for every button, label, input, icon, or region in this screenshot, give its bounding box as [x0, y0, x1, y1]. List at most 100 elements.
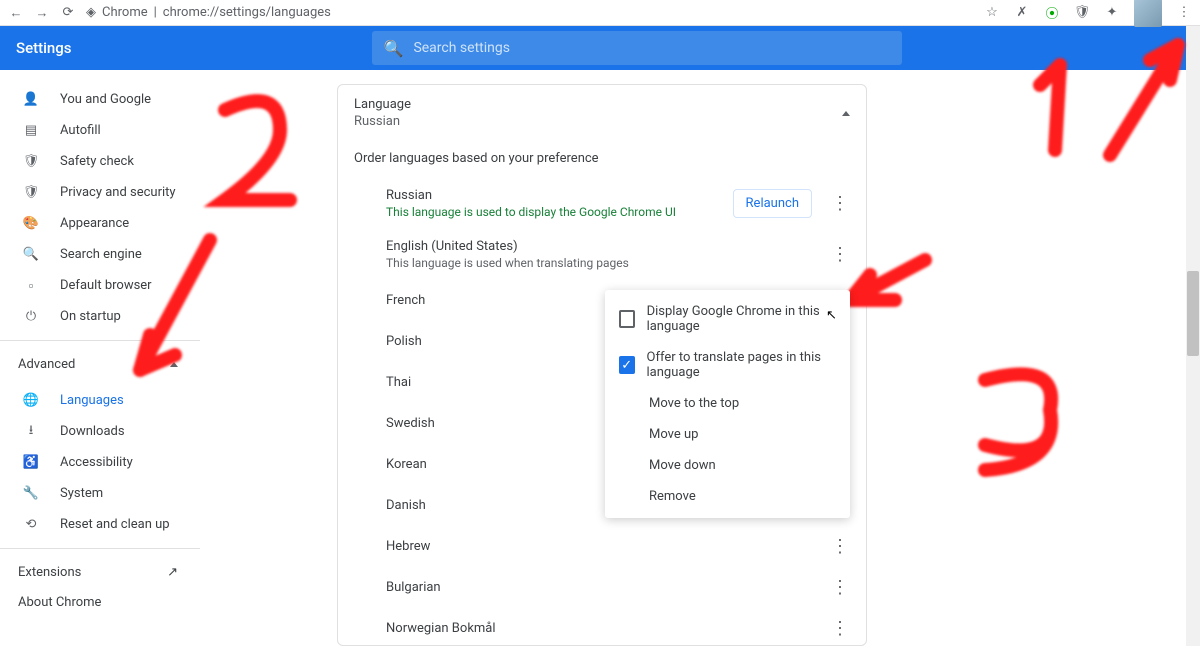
language-desc: This language is used when translating p…: [386, 256, 629, 270]
menu-move-down[interactable]: Move down: [605, 450, 850, 481]
sidebar-about[interactable]: About Chrome: [0, 587, 200, 617]
sidebar-item-2[interactable]: 🛡 Safety check: [0, 146, 200, 177]
sidebar-icon: 🎨: [22, 216, 40, 231]
sidebar-label: Languages: [60, 393, 124, 408]
sidebar-icon: ⏻: [22, 309, 40, 324]
sidebar-icon: 🛡: [22, 154, 40, 169]
sidebar-item-5[interactable]: 🔍 Search engine: [0, 239, 200, 270]
language-name: Hebrew: [386, 539, 430, 554]
language-name: Norwegian Bokmål: [386, 621, 496, 636]
bookmark-star-icon[interactable]: ☆: [984, 5, 1000, 21]
back-button[interactable]: ←: [8, 5, 24, 21]
divider: [0, 340, 200, 341]
page-title: Settings: [16, 39, 72, 57]
sidebar-label: Accessibility: [60, 455, 133, 470]
sidebar-icon: 👤: [22, 92, 40, 107]
sidebar-label: Appearance: [60, 216, 129, 231]
chevron-up-icon: [842, 111, 850, 116]
language-menu-button[interactable]: ⋮: [830, 244, 850, 265]
sidebar-adv-item-2[interactable]: ♿Accessibility: [0, 447, 200, 478]
language-row: Bulgarian ⋮: [338, 567, 866, 608]
menu-offer-translate[interactable]: ✓ Offer to translate pages in this langu…: [605, 342, 850, 388]
chrome-menu-button[interactable]: ⋮: [1176, 5, 1192, 21]
search-icon: 🔍: [384, 39, 404, 58]
sidebar-label: Reset and clean up: [60, 517, 170, 532]
sidebar-icon: 🛡: [22, 185, 40, 200]
language-name: Korean: [386, 457, 427, 472]
checkbox-checked-icon[interactable]: ✓: [619, 356, 635, 374]
language-menu-button[interactable]: ⋮: [830, 536, 850, 557]
sidebar-item-7[interactable]: ⏻ On startup: [0, 301, 200, 332]
language-section-toggle[interactable]: Language Russian: [338, 85, 866, 141]
sidebar-label: System: [60, 486, 103, 501]
language-desc: This language is used to display the Goo…: [386, 205, 676, 219]
language-name: English (United States): [386, 239, 629, 254]
search-box[interactable]: 🔍: [372, 31, 902, 65]
sidebar-label: You and Google: [60, 92, 151, 107]
menu-display-in-lang[interactable]: Display Google Chrome in this language: [605, 296, 850, 342]
sidebar-label: Downloads: [60, 424, 125, 439]
address-bar[interactable]: ◈ Chrome | chrome://settings/languages: [86, 5, 331, 20]
section-title: Language: [354, 97, 411, 112]
sidebar-label: Search engine: [60, 247, 142, 262]
divider: [0, 548, 200, 549]
sidebar-icon: ⟲: [22, 517, 40, 532]
reload-button[interactable]: ⟳: [60, 5, 76, 21]
sidebar-item-1[interactable]: ▤ Autofill: [0, 115, 200, 146]
menu-remove[interactable]: Remove: [605, 481, 850, 512]
menu-move-up[interactable]: Move up: [605, 419, 850, 450]
scrollbar[interactable]: [1186, 26, 1200, 646]
language-name: French: [386, 293, 425, 308]
sidebar-icon: 🌐: [22, 393, 40, 408]
ext-icon-shield[interactable]: 🛡: [1074, 5, 1090, 21]
advanced-toggle[interactable]: Advanced: [0, 349, 200, 379]
sidebar-label: Privacy and security: [60, 185, 176, 200]
menu-move-top[interactable]: Move to the top: [605, 388, 850, 419]
sidebar-icon: ▤: [22, 123, 40, 138]
sidebar-icon: ⭳: [22, 421, 40, 443]
language-name: Swedish: [386, 416, 435, 431]
app-icon: ◈: [86, 5, 96, 20]
sidebar-adv-item-4[interactable]: ⟲ Reset and clean up: [0, 509, 200, 540]
mouse-cursor: ↖: [826, 308, 837, 323]
sidebar-item-3[interactable]: 🛡 Privacy and security: [0, 177, 200, 208]
ext-icon-2[interactable]: ⦿: [1044, 5, 1060, 21]
chevron-up-icon: [170, 362, 178, 367]
sidebar-adv-item-0[interactable]: 🌐 Languages: [0, 385, 200, 416]
language-row: Hebrew ⋮: [338, 526, 866, 567]
open-external-icon: ↗: [167, 565, 178, 580]
relaunch-button[interactable]: Relaunch: [733, 189, 812, 218]
profile-avatar[interactable]: [1134, 0, 1162, 27]
sidebar-adv-item-3[interactable]: 🔧 System: [0, 478, 200, 509]
language-menu-button[interactable]: ⋮: [830, 577, 850, 598]
sidebar-item-4[interactable]: 🎨 Appearance: [0, 208, 200, 239]
order-hint: Order languages based on your preference: [338, 141, 866, 178]
language-menu-button[interactable]: ⋮: [830, 618, 850, 639]
language-name: Danish: [386, 498, 426, 513]
sidebar-item-0[interactable]: 👤 You and Google: [0, 84, 200, 115]
sidebar-icon: 🔧: [22, 486, 40, 501]
scroll-thumb[interactable]: [1187, 271, 1199, 356]
sidebar-label: Safety check: [60, 154, 134, 169]
language-name: Polish: [386, 334, 422, 349]
sidebar: 👤 You and Google ▤ Autofill 🛡 Safety check 🛡 Pr…: [0, 70, 200, 646]
checkbox-icon[interactable]: [619, 310, 635, 328]
sidebar-item-6[interactable]: ▫Default browser: [0, 270, 200, 301]
sidebar-adv-item-1[interactable]: ⭳ Downloads: [0, 416, 200, 447]
url-text: chrome://settings/languages: [163, 5, 331, 20]
language-row: Norwegian Bokmål ⋮: [338, 608, 866, 646]
forward-button[interactable]: →: [34, 5, 50, 21]
language-name: Bulgarian: [386, 580, 441, 595]
extensions-icon[interactable]: ✦: [1104, 5, 1120, 21]
language-name: Thai: [386, 375, 411, 390]
language-row: English (United States) This language is…: [338, 229, 866, 280]
sidebar-icon: 🔍: [22, 247, 40, 262]
sidebar-label: On startup: [60, 309, 121, 324]
sidebar-extensions[interactable]: Extensions ↗: [0, 557, 200, 587]
app-label: Chrome: [102, 5, 148, 20]
sidebar-label: Autofill: [60, 123, 101, 138]
ext-icon-1[interactable]: ✗: [1014, 5, 1030, 21]
language-name: Russian: [386, 188, 676, 203]
search-input[interactable]: [413, 40, 889, 56]
language-menu-button[interactable]: ⋮: [830, 193, 850, 214]
